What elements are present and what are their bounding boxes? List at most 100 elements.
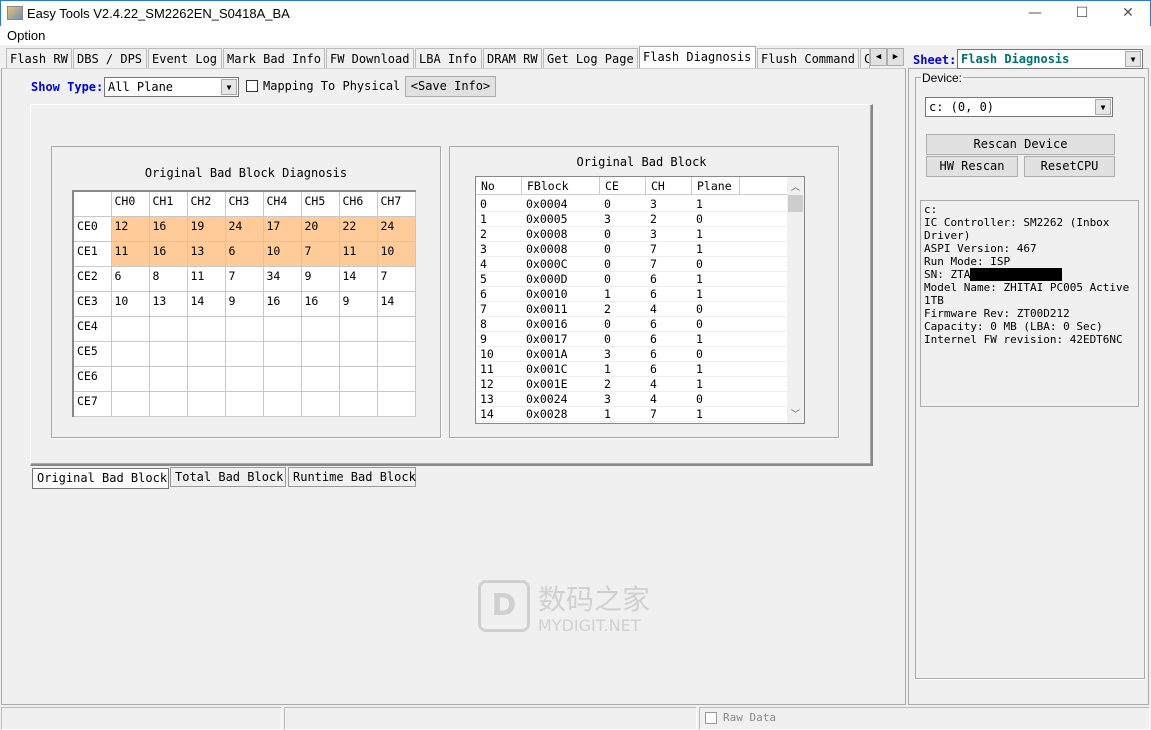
grid-cell (338, 390, 378, 417)
list-cell: 6 (650, 362, 657, 376)
grid-cell: 16 (148, 240, 188, 267)
list-cell: 4 (650, 377, 657, 391)
grid-cell: 9 (224, 290, 264, 317)
grid-cell: 24 (376, 215, 416, 242)
list-cell: 0 (604, 317, 611, 331)
list-cell: 1 (696, 362, 703, 376)
list-row[interactable]: 11 0x001C 1 6 1 (476, 362, 788, 377)
tab-fw-download[interactable]: FW Download (326, 48, 414, 69)
device-info-text: IC Controller: SM2262 (Inbox Driver) (924, 216, 1117, 242)
list-cell: 7 (650, 257, 657, 271)
grid-row: CE4 (72, 315, 416, 342)
device-label: Device: (921, 71, 964, 85)
list-cell: 0x0028 (526, 407, 568, 421)
tab-dram-rw[interactable]: DRAM RW (483, 48, 542, 69)
list-column-header[interactable]: No (476, 177, 522, 195)
raw-data-label: Raw Data (723, 711, 776, 724)
bottom-tab-original-bad-block[interactable]: Original Bad Block (32, 468, 169, 489)
tab-mark-bad-info[interactable]: Mark Bad Info (223, 48, 325, 69)
grid-row: CE2 6 8 11 7 34 9 14 7 (72, 265, 416, 292)
list-row[interactable]: 1 0x0005 3 2 0 (476, 212, 788, 227)
grid-cell (186, 315, 226, 342)
tab-event-log[interactable]: Event Log (148, 48, 222, 69)
list-column-header[interactable]: FBlock (522, 177, 600, 195)
grid-cell: 12 (110, 215, 150, 242)
grid-cell: 6 (224, 240, 264, 267)
grid-cell (262, 365, 302, 392)
grid-cell: 16 (300, 290, 340, 317)
grid-cell (110, 315, 150, 342)
list-cell: 3 (604, 392, 611, 406)
grid-column-header: CH6 (338, 190, 378, 217)
list-cell: 2 (604, 302, 611, 316)
rescan-device-button[interactable]: Rescan Device (926, 134, 1115, 155)
list-cell: 0 (604, 272, 611, 286)
list-row[interactable]: 13 0x0024 3 4 0 (476, 392, 788, 407)
grid-header-row: CH0 CH1 CH2 CH3 CH4 CH5 CH6 CH7 (72, 190, 416, 217)
list-cell: 0 (604, 257, 611, 271)
scroll-thumb[interactable] (788, 195, 803, 212)
list-row[interactable]: 4 0x000C 0 7 0 (476, 257, 788, 272)
list-cell: 3 (650, 227, 657, 241)
list-cell: 3 (604, 212, 611, 226)
list-row[interactable]: 6 0x0010 1 6 1 (476, 287, 788, 302)
hw-rescan-button[interactable]: HW Rescan (926, 156, 1018, 177)
show-type-select[interactable]: All Plane ▼ (104, 77, 239, 97)
list-cell: 6 (650, 347, 657, 361)
device-select[interactable]: c: (0, 0) ▼ (925, 97, 1113, 117)
list-row[interactable]: 10 0x001A 3 6 0 (476, 347, 788, 362)
list-scrollbar[interactable]: ︿ ﹀ (787, 177, 804, 423)
list-row[interactable]: 8 0x0016 0 6 0 (476, 317, 788, 332)
menu-option[interactable]: Option (7, 28, 45, 43)
tab-scroll-right-button[interactable]: ▶ (887, 48, 904, 66)
grid-row-header: CE7 (72, 390, 112, 417)
list-row[interactable]: 9 0x0017 0 6 1 (476, 332, 788, 347)
list-cell: 0 (604, 332, 611, 346)
app-icon (7, 6, 23, 20)
list-row[interactable]: 14 0x0028 1 7 1 (476, 407, 788, 422)
list-row[interactable]: 7 0x0011 2 4 0 (476, 302, 788, 317)
list-cell: 0 (696, 317, 703, 331)
tab-lba-info[interactable]: LBA Info (415, 48, 482, 69)
bottom-tab-total-bad-block[interactable]: Total Bad Block (170, 467, 286, 487)
reset-cpu-button[interactable]: ResetCPU (1024, 156, 1115, 177)
list-row[interactable]: 12 0x001E 2 4 1 (476, 377, 788, 392)
tab-flush-command[interactable]: Flush Command (757, 48, 859, 69)
list-row[interactable]: 3 0x0008 0 7 1 (476, 242, 788, 257)
list-column-header[interactable]: Plane (692, 177, 740, 195)
list-row[interactable]: 5 0x000D 0 6 1 (476, 272, 788, 287)
watermark-en: MYDIGIT.NET (538, 616, 641, 635)
device-info-line: Model Name: ZHITAI PC005 Active 1TB (924, 281, 1135, 307)
tab-c[interactable]: C (860, 48, 870, 69)
scroll-down-icon[interactable]: ﹀ (791, 407, 800, 420)
minimize-button[interactable]: — (1025, 5, 1045, 21)
grid-cell (224, 390, 264, 417)
tab-flash-rw[interactable]: Flash RW (6, 48, 72, 69)
list-cell: 1 (696, 272, 703, 286)
scroll-up-icon[interactable]: ︿ (791, 180, 800, 193)
mapping-checkbox[interactable] (246, 80, 258, 92)
list-cell: 3 (480, 242, 487, 256)
list-column-header[interactable]: CH (646, 177, 692, 195)
grid-cell (376, 365, 416, 392)
sheet-select[interactable]: Flash Diagnosis ▼ (957, 49, 1143, 69)
bad-block-list[interactable]: No FBlock CE CH Plane 0 0x0004 0 3 1 1 0x0005 3 2 0 2 0x… (475, 176, 805, 424)
grid-cell (110, 390, 150, 417)
tab-flash-diagnosis[interactable]: Flash Diagnosis (639, 46, 756, 69)
maximize-button[interactable]: ☐ (1072, 5, 1092, 21)
list-row[interactable]: 2 0x0008 0 3 1 (476, 227, 788, 242)
tab-get-log-page[interactable]: Get Log Page (543, 48, 638, 69)
grid-cell (148, 390, 188, 417)
grid-cell: 14 (186, 290, 226, 317)
raw-data-checkbox[interactable] (705, 712, 717, 724)
bottom-tab-runtime-bad-block[interactable]: Runtime Bad Block (288, 467, 416, 487)
list-cell: 1 (604, 407, 611, 421)
list-cell: 7 (650, 407, 657, 421)
save-info-button[interactable]: <Save Info> (405, 76, 496, 97)
list-row[interactable]: 0 0x0004 0 3 1 (476, 197, 788, 212)
list-column-header[interactable]: CE (600, 177, 646, 195)
grid-row: CE7 (72, 390, 416, 417)
tab-dbs-dps[interactable]: DBS / DPS (73, 48, 147, 69)
close-button[interactable]: ✕ (1118, 5, 1138, 21)
tab-scroll-left-button[interactable]: ◀ (870, 48, 887, 66)
